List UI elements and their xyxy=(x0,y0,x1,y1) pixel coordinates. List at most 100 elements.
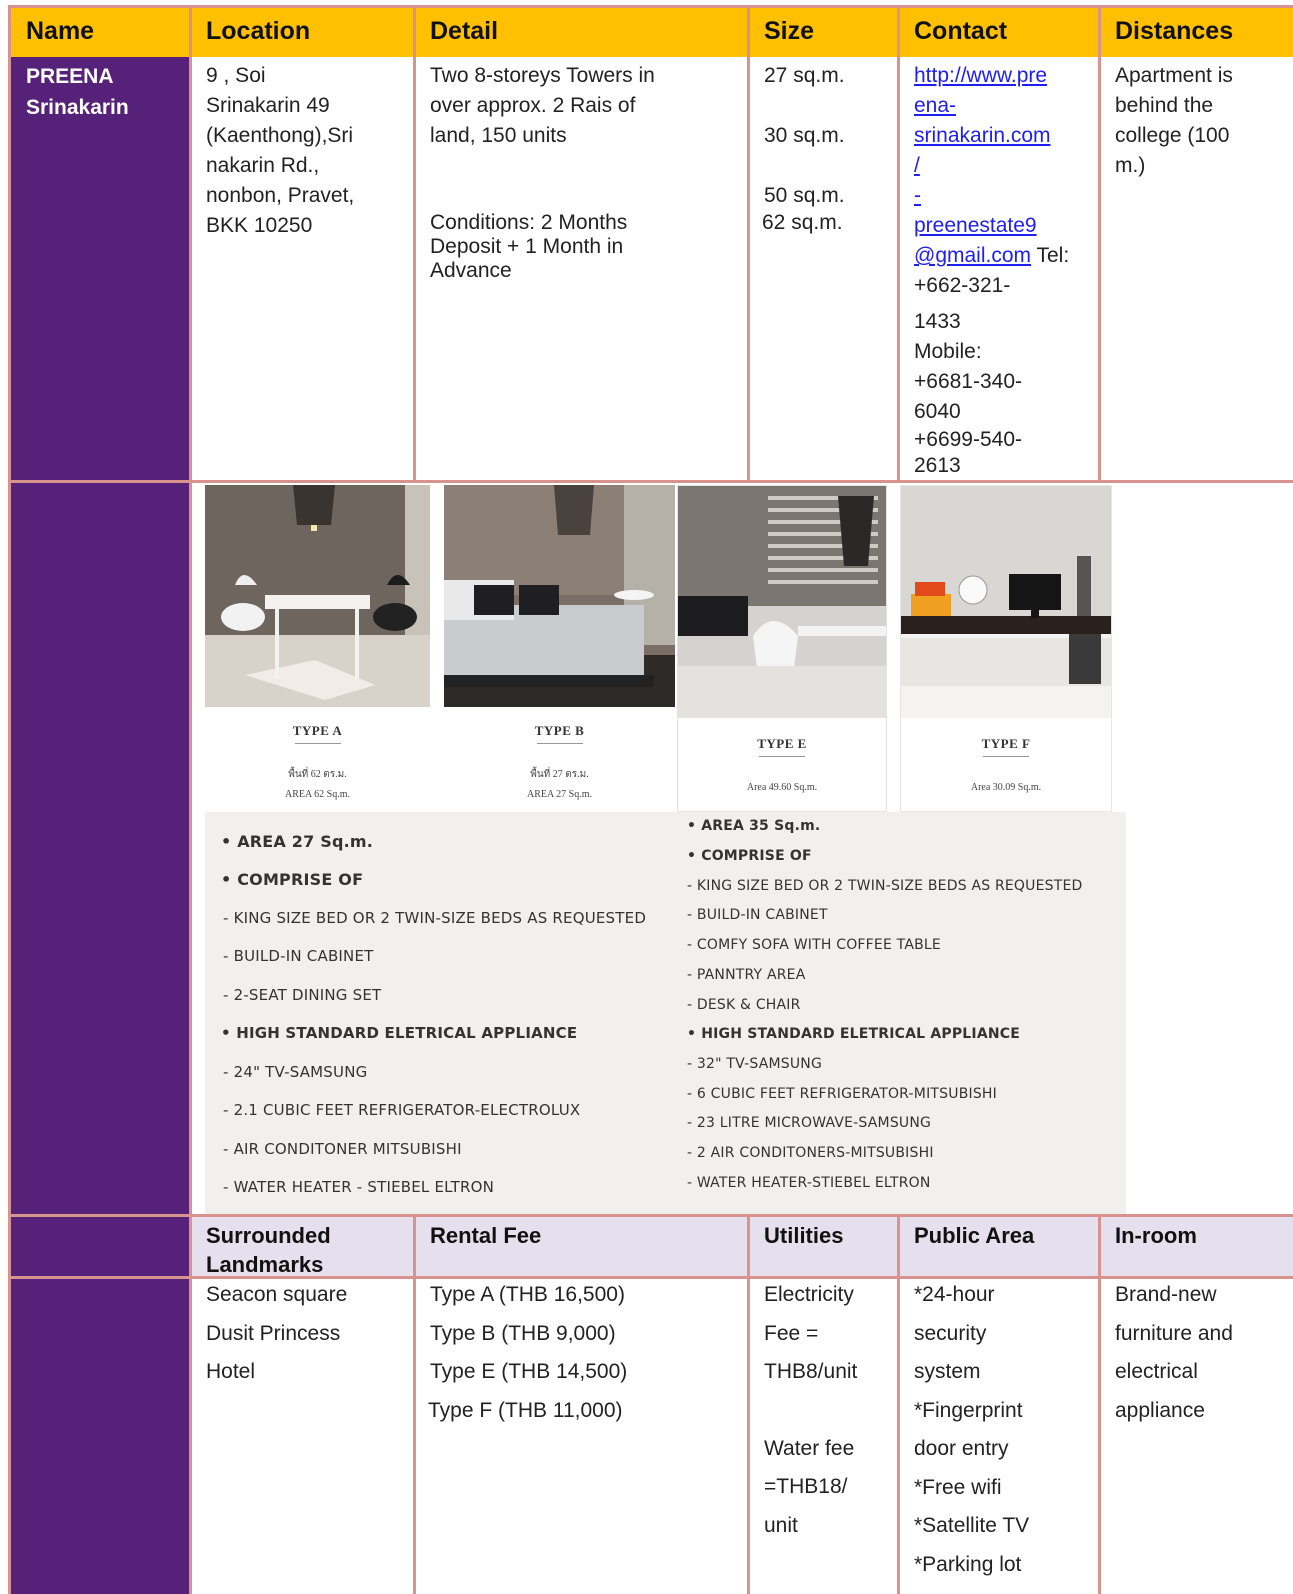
email-link-line[interactable]: @gmail.com xyxy=(914,244,1031,267)
mobile-line: 2613 xyxy=(914,454,961,477)
spec-sheet-left: • AREA 27 Sq.m. • COMPRISE OF - KING SIZ… xyxy=(205,812,677,1216)
name-column: PREENA Srinakarin xyxy=(10,57,190,1594)
in-room-item: furniture and xyxy=(1115,1321,1233,1345)
room-photo-type-b: TYPE B พื้นที่ 27 ตร.ม. AREA 27 Sq.m. xyxy=(444,485,675,812)
living-room-image xyxy=(678,486,886,718)
dining-room-image xyxy=(205,485,430,707)
spec-line: - WATER HEATER - STIEBEL ELTRON xyxy=(223,1178,495,1196)
table-border xyxy=(897,1214,900,1594)
public-area-item: *Parking lot xyxy=(914,1552,1022,1576)
distance-line: college (100 xyxy=(1115,124,1230,147)
size-value: 30 sq.m. xyxy=(764,124,845,147)
spec-line: • COMPRISE OF xyxy=(687,848,812,864)
tel-label: Tel: xyxy=(1031,244,1070,267)
subheader-landmarks: Surrounded Landmarks xyxy=(190,1215,414,1278)
spec-line: - 32" TV-SAMSUNG xyxy=(687,1056,823,1072)
spec-line: - KING SIZE BED OR 2 TWIN-SIZE BEDS AS R… xyxy=(687,878,1083,894)
table-border xyxy=(747,5,750,482)
property-name: PREENA Srinakarin xyxy=(10,57,190,127)
spec-line: - 2-SEAT DINING SET xyxy=(223,986,382,1004)
landmark-item: Hotel xyxy=(206,1360,256,1383)
spec-line: - PANNTRY AREA xyxy=(687,967,806,983)
website-link-line[interactable]: / xyxy=(914,151,1083,181)
table-border xyxy=(413,5,416,482)
room-photo-type-f: TYPE F Area 30.09 Sq.m. xyxy=(900,485,1112,812)
mobile-label: Mobile: xyxy=(914,340,982,363)
table-border xyxy=(8,5,11,1594)
public-area-item: *Fingerprint xyxy=(914,1398,1023,1422)
link-dash[interactable]: - xyxy=(914,181,1083,211)
landmark-item: Dusit Princess xyxy=(206,1321,341,1345)
spec-line: - KING SIZE BED OR 2 TWIN-SIZE BEDS AS R… xyxy=(223,909,647,927)
rental-item: Type F (THB 11,000) xyxy=(428,1398,623,1422)
caption-rule xyxy=(294,743,341,744)
location-line: Srinakarin 49 xyxy=(206,94,330,117)
distance-line: behind the xyxy=(1115,94,1214,117)
table-border xyxy=(1098,1214,1101,1594)
bedroom-image xyxy=(444,485,675,707)
website-link-line[interactable]: ena- xyxy=(914,91,1083,121)
caption-rule xyxy=(536,743,583,744)
subheader-public-area: Public Area xyxy=(898,1215,1099,1278)
email-link-line[interactable]: preenestate9 xyxy=(914,214,1037,237)
spec-line: • HIGH STANDARD ELETRICAL APPLIANCE xyxy=(687,1026,1021,1042)
public-area-item: door entry xyxy=(914,1437,1009,1460)
room-area-english: Area 30.09 Sq.m. xyxy=(970,782,1042,793)
size-cell: 27 sq.m. 30 sq.m. 50 sq.m. 62 sq.m. xyxy=(748,57,898,239)
property-name-line2: Srinakarin xyxy=(26,96,129,119)
in-room-item: electrical xyxy=(1115,1360,1198,1383)
conditions: Conditions: 2 Months Deposit + 1 Month i… xyxy=(430,211,732,283)
tel-line: +662-321- xyxy=(914,274,1011,297)
mobile-line: 6040 xyxy=(914,400,961,423)
room-area-english: AREA 62 Sq.m. xyxy=(284,789,350,800)
property-table: Name Location Detail Size Contact Distan… xyxy=(0,0,1293,1594)
spec-line: - 2 AIR CONDITONERS-MITSUBISHI xyxy=(687,1145,934,1161)
public-area-cell: *24-hour security system *Fingerprint do… xyxy=(898,1276,1099,1588)
spec-line: - WATER HEATER-STIEBEL ELTRON xyxy=(687,1175,931,1191)
detail-line: land, 150 units xyxy=(430,124,567,147)
landmarks-cell: Seacon square Dusit Princess Hotel xyxy=(190,1276,414,1396)
utility-line: Electricity xyxy=(764,1283,854,1306)
table-border xyxy=(897,5,900,482)
spec-line: - 6 CUBIC FEET REFRIGERATOR-MITSUBISHI xyxy=(687,1086,997,1102)
utility-line: =THB18/ xyxy=(764,1475,848,1498)
distances-cell: Apartment is behind the college (100 m.) xyxy=(1099,57,1293,185)
location-line: nonbon, Pravet, xyxy=(206,184,355,207)
mobile-line: +6681-340- xyxy=(914,370,1023,393)
distance-line: m.) xyxy=(1115,154,1146,177)
header-distances: Distances xyxy=(1099,7,1293,57)
distance-line: Apartment is xyxy=(1115,64,1233,87)
size-value: 62 sq.m. xyxy=(762,211,843,234)
room-area-thai: พื้นที่ 62 ตร.ม. xyxy=(288,769,347,780)
public-area-item: system xyxy=(914,1360,981,1383)
spec-line: - COMFY SOFA WITH COFFEE TABLE xyxy=(687,937,941,953)
website-link[interactable]: http://www.pre ena- srinakarin.com / - xyxy=(914,61,1083,211)
rental-item: Type A (THB 16,500) xyxy=(430,1283,625,1306)
utility-line: THB8/unit xyxy=(764,1360,858,1383)
public-area-item: *Free wifi xyxy=(914,1475,1002,1499)
room-area-english: AREA 27 Sq.m. xyxy=(526,789,592,800)
spec-line: - 2.1 CUBIC FEET REFRIGERATOR-ELECTROLUX xyxy=(223,1101,581,1119)
website-link-line[interactable]: http://www.pre xyxy=(914,61,1083,91)
room-area-english: Area 49.60 Sq.m. xyxy=(746,782,818,793)
table-border xyxy=(8,480,1293,483)
spec-line: - BUILD-IN CABINET xyxy=(687,907,828,923)
public-area-item: *24-hour xyxy=(914,1283,995,1306)
desk-area-image xyxy=(901,486,1111,718)
subheader-in-room: In-room xyxy=(1099,1215,1293,1278)
room-type-label: TYPE E xyxy=(757,736,807,751)
room-type-label: TYPE B xyxy=(534,723,585,738)
website-link-line[interactable]: srinakarin.com xyxy=(914,121,1083,151)
conditions-line: Deposit + 1 Month in xyxy=(430,235,624,258)
location-line: (Kaenthong),Sri xyxy=(206,124,354,147)
spec-line: - DESK & CHAIR xyxy=(687,997,801,1013)
location-line: nakarin Rd., xyxy=(206,154,320,177)
conditions-line: Advance xyxy=(430,259,512,282)
spec-line: • AREA 27 Sq.m. xyxy=(221,832,374,851)
spec-line: - AIR CONDITONER MITSUBISHI xyxy=(223,1140,462,1158)
spec-line: - 23 LITRE MICROWAVE-SAMSUNG xyxy=(687,1115,932,1131)
location-cell: 9 , Soi Srinakarin 49 (Kaenthong),Sri na… xyxy=(190,57,414,245)
subheader-landmarks-line: Landmarks xyxy=(206,1252,324,1277)
spec-line: - 24" TV-SAMSUNG xyxy=(223,1063,368,1081)
size-value: 27 sq.m. xyxy=(764,64,845,87)
